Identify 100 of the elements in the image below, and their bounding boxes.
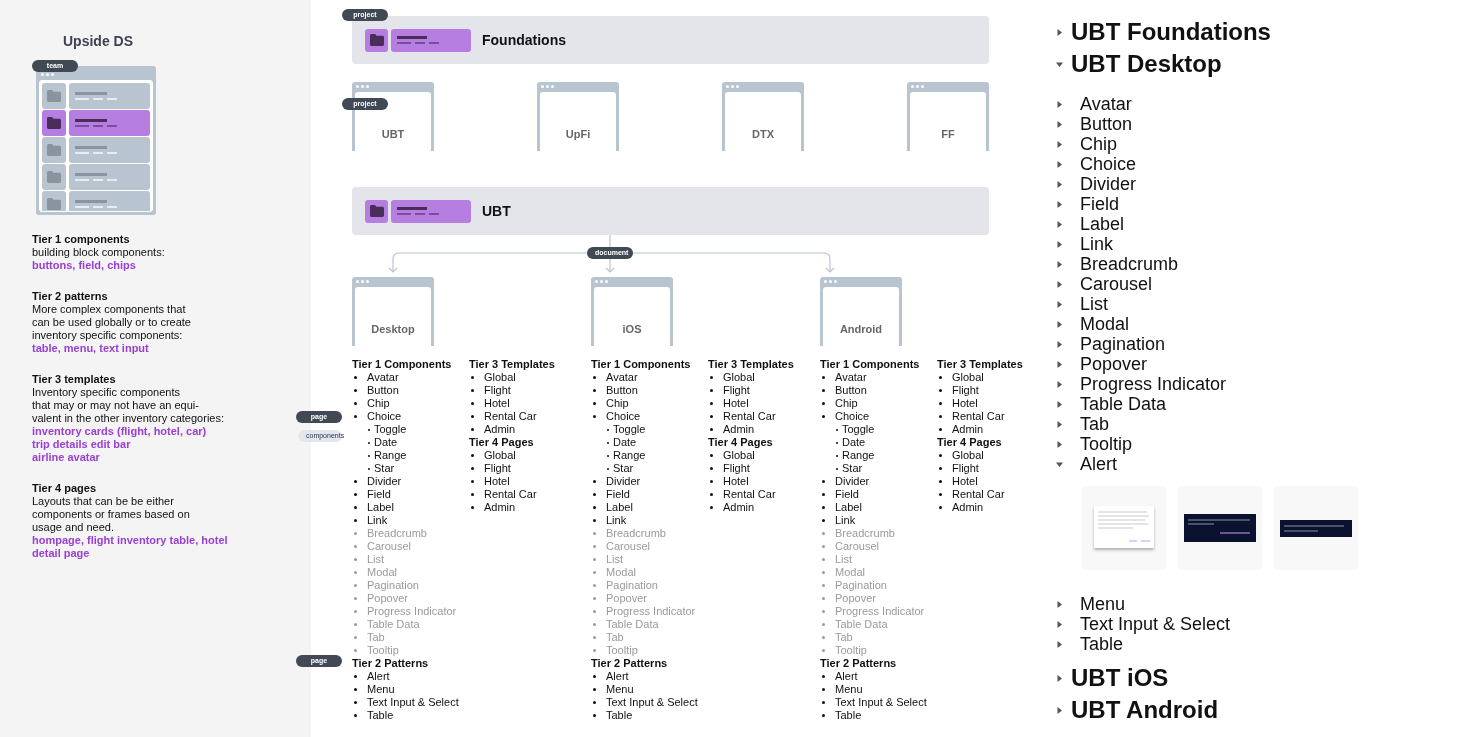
caret-icon[interactable] (1056, 460, 1063, 468)
snackbar-preview-drawing[interactable] (1280, 519, 1352, 537)
window-label: UBT (381, 128, 405, 141)
list-item: Button (820, 384, 937, 397)
list-item: Field (591, 488, 708, 501)
caret-icon[interactable] (1056, 400, 1063, 408)
caret-icon[interactable] (1056, 674, 1063, 682)
list-item: Tab (591, 631, 708, 644)
list-item: Hotel (708, 475, 808, 488)
caret-icon[interactable] (1056, 640, 1063, 648)
caret-icon[interactable] (1056, 220, 1063, 228)
list-item: Popover (820, 592, 937, 605)
list-item: Admin (469, 501, 569, 514)
caret-icon[interactable] (1056, 600, 1063, 608)
caret-icon[interactable] (1056, 340, 1063, 348)
document-window[interactable]: iOS (591, 277, 673, 346)
caret-icon[interactable] (1056, 160, 1063, 168)
list-item: Range (820, 449, 937, 462)
list-item: Menu (352, 683, 469, 696)
list-item: Flight (708, 462, 808, 475)
caret-icon[interactable] (1056, 440, 1063, 448)
list-item: Field (352, 488, 469, 501)
list-item: Pagination (352, 579, 469, 592)
caret-icon[interactable] (1056, 380, 1063, 388)
tree-item[interactable]: Progress Indicator (1080, 374, 1227, 394)
list-item: Chip (352, 397, 469, 410)
tree-item[interactable]: Field (1080, 194, 1119, 214)
list-item: Global (469, 371, 569, 384)
caret-icon[interactable] (1056, 360, 1063, 368)
caret-icon[interactable] (1056, 120, 1063, 128)
tree-item[interactable]: Link (1080, 234, 1114, 254)
caret-icon[interactable] (1056, 620, 1063, 628)
caret-icon[interactable] (1056, 706, 1063, 714)
tree-item[interactable]: Menu (1080, 594, 1126, 614)
caret-icon[interactable] (1056, 60, 1063, 68)
list-item: Flight (937, 384, 1037, 397)
tree-item[interactable]: Choice (1080, 154, 1137, 174)
tree-item[interactable]: UBT Foundations (1071, 18, 1271, 46)
caret-icon[interactable] (1056, 320, 1063, 328)
caret-icon[interactable] (1056, 300, 1063, 308)
tree-item[interactable]: Tab (1080, 414, 1110, 434)
window-label: FF (941, 128, 955, 141)
list-item: Toggle (591, 423, 708, 436)
document-window[interactable]: Desktop (352, 277, 434, 346)
list-item: Rental Car (469, 410, 569, 423)
list-item: Progress Indicator (352, 605, 469, 618)
caret-icon[interactable] (1056, 200, 1063, 208)
list-item: Progress Indicator (820, 605, 937, 618)
file-window[interactable]: FF (907, 82, 989, 151)
list-item: Alert (820, 670, 937, 683)
list-item: Global (469, 449, 569, 462)
document-window[interactable]: Android (820, 277, 902, 346)
tree-item[interactable]: List (1080, 294, 1108, 314)
tree-item[interactable]: Modal (1080, 314, 1130, 334)
tree-item[interactable]: Table Data (1080, 394, 1167, 414)
list-item: Hotel (469, 475, 569, 488)
tree-item[interactable]: Text Input & Select (1080, 614, 1231, 634)
caret-icon[interactable] (1056, 280, 1063, 288)
tree-item[interactable]: Popover (1080, 354, 1148, 374)
tree-item[interactable]: Chip (1080, 134, 1118, 154)
tree-item[interactable]: Alert (1080, 454, 1117, 474)
list-item: Rental Car (708, 488, 808, 501)
caret-icon[interactable] (1056, 140, 1063, 148)
tier-examples: inventory cards (flight, hotel, car) trip details edit bar airline avatar (32, 425, 208, 464)
list-item: Table (591, 709, 708, 722)
project-row[interactable] (42, 110, 150, 136)
list-item: Button (352, 384, 469, 397)
list-item: Global (708, 371, 808, 384)
caret-icon[interactable] (1056, 420, 1063, 428)
list-item: Pagination (591, 579, 708, 592)
tree-item[interactable]: UBT Desktop (1071, 50, 1222, 78)
caret-icon[interactable] (1056, 28, 1063, 36)
section-title: Tier 3 Templates (937, 358, 1024, 371)
file-window[interactable]: UpFi (537, 82, 619, 151)
tree-item[interactable]: Tooltip (1080, 434, 1133, 454)
window-label: DTX (752, 128, 774, 141)
file-window[interactable]: DTX (722, 82, 804, 151)
tree-item[interactable]: Divider (1080, 174, 1136, 194)
tree-item[interactable]: Carousel (1080, 274, 1153, 294)
list-item: Divider (591, 475, 708, 488)
tree-item[interactable]: Pagination (1080, 334, 1166, 354)
tree-item[interactable]: Label (1080, 214, 1125, 234)
caret-icon[interactable] (1056, 240, 1063, 248)
tier-title: Tier 1 components (32, 233, 131, 246)
tree-item[interactable]: UBT iOS (1071, 664, 1169, 692)
tree-item[interactable]: Breadcrumb (1080, 254, 1179, 274)
tier-examples: hompage, flight inventory table, hotel detail page (32, 534, 229, 560)
list-item: List (591, 553, 708, 566)
caret-icon[interactable] (1056, 180, 1063, 188)
tree-item[interactable]: UBT Android (1071, 696, 1219, 724)
tree-item[interactable]: Avatar (1080, 94, 1132, 114)
tier-title: Tier 2 patterns (32, 290, 109, 303)
tree-item[interactable]: Table (1080, 634, 1124, 654)
team-title: Upside DS (63, 33, 134, 49)
list-item: Rental Car (708, 410, 808, 423)
section-title: Tier 3 Templates (708, 358, 795, 371)
tree-item[interactable]: Button (1080, 114, 1133, 134)
folder-icon (47, 171, 61, 183)
caret-icon[interactable] (1056, 100, 1063, 108)
caret-icon[interactable] (1056, 260, 1063, 268)
